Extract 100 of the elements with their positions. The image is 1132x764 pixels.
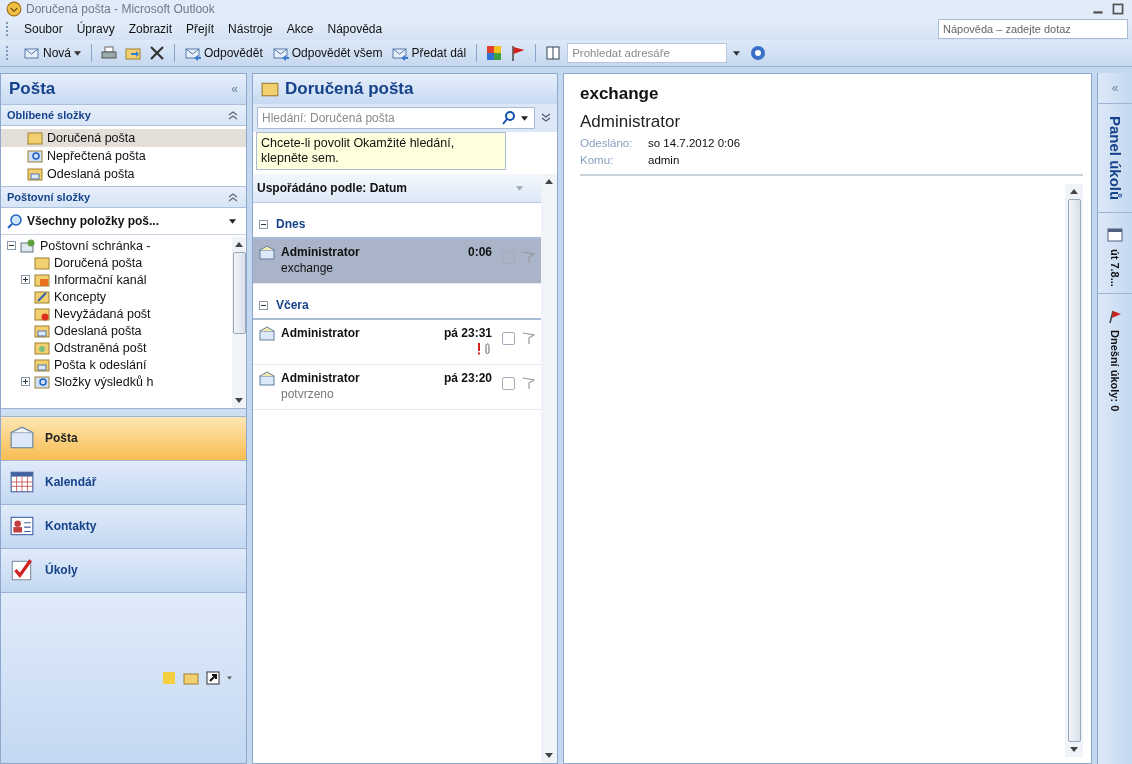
menu-item[interactable]: Soubor — [17, 20, 70, 38]
delete-icon[interactable] — [149, 45, 165, 61]
folder-icon — [34, 339, 50, 356]
minus-box-icon[interactable] — [7, 241, 16, 250]
calendar-icon — [9, 469, 35, 495]
tree-item[interactable]: Pošta k odeslání — [54, 357, 147, 372]
folder-icon — [27, 130, 43, 146]
window-title: Doručená pošta - Microsoft Outlook — [26, 2, 215, 16]
favorite-folder[interactable]: Nepřečtená pošta — [1, 147, 246, 165]
scrollbar[interactable] — [541, 174, 557, 763]
message-sender: Administrator — [580, 112, 682, 132]
toolbar-button[interactable]: Předat dál — [389, 43, 470, 63]
minus-box-icon[interactable] — [259, 219, 268, 229]
scrollbar[interactable] — [1065, 184, 1083, 757]
arrange-by-header[interactable]: Uspořádáno podle: Datum — [253, 174, 541, 203]
scroll-up-icon[interactable] — [545, 179, 553, 184]
flag-outline-icon[interactable] — [521, 376, 535, 390]
printer-icon[interactable] — [101, 45, 117, 61]
folder-icon — [34, 305, 50, 322]
color-grid-icon[interactable] — [486, 45, 503, 61]
folder-icon — [34, 373, 50, 390]
message-subject: exchange — [580, 84, 660, 104]
scroll-down-icon[interactable] — [1070, 747, 1078, 752]
flag-outline-icon[interactable] — [521, 331, 535, 345]
menu-item[interactable]: Zobrazit — [121, 20, 180, 38]
message-time: pá 23:31 — [443, 326, 492, 340]
menu-item[interactable]: Nástroje — [221, 20, 280, 38]
tree-item[interactable]: Poštovní schránka - — [40, 238, 151, 253]
tree-item[interactable]: Doručená pošta — [54, 255, 143, 270]
caret-icon — [516, 185, 523, 191]
message-subject: potvrzeno — [281, 386, 334, 401]
scroll-up-icon[interactable] — [235, 242, 243, 247]
help-icon[interactable] — [750, 45, 767, 61]
date-label[interactable]: út 7.8... — [1109, 243, 1121, 294]
plus-box-icon[interactable] — [21, 377, 30, 386]
message-sender: Administrator — [281, 245, 360, 259]
menu-item[interactable]: Přejít — [179, 20, 222, 38]
section-title[interactable]: Oblíbené složky — [7, 109, 91, 121]
favorite-folder[interactable]: Doručená pošta — [1, 129, 246, 147]
envelope-icon — [259, 245, 275, 261]
caret-icon — [521, 115, 528, 121]
message-item[interactable]: Administrator pá 23:31 — [253, 320, 541, 365]
section-title[interactable]: Poštovní složky — [7, 191, 91, 203]
navigation-button[interactable]: Kalendář — [1, 459, 246, 504]
envelope-icon — [259, 371, 275, 387]
group-header: Dnes — [276, 217, 306, 231]
importance-icon — [477, 342, 481, 355]
toolbar-button[interactable]: Odpovědět všem — [269, 43, 386, 63]
tree-item[interactable]: Složky výsledků h — [54, 374, 154, 389]
message-subject: exchange — [281, 260, 334, 275]
search-field[interactable]: Hledání: Doručená pošta — [257, 107, 535, 129]
caret-icon — [74, 50, 81, 56]
shortcut-icon[interactable] — [205, 669, 221, 686]
pane-title: Panel úkolů — [1106, 115, 1124, 203]
todays-tasks-label[interactable]: Dnešní úkoly: 0 — [1109, 324, 1121, 418]
scroll-up-icon[interactable] — [1070, 189, 1078, 194]
folder-icon — [27, 166, 43, 182]
message-sender: Administrator — [281, 371, 360, 385]
envelope-icon — [24, 45, 40, 61]
help-search-field[interactable]: Nápověda – zadejte dotaz — [938, 19, 1128, 39]
tree-item[interactable]: Nevyžádaná pošt — [54, 306, 151, 321]
instant-search-hint[interactable]: Chcete-li povolit Okamžité hledání, klepněte sem. — [256, 132, 506, 170]
expand-chevron-icon[interactable] — [541, 113, 551, 123]
minus-box-icon[interactable] — [259, 300, 268, 310]
collapse-chevron-icon[interactable] — [228, 110, 238, 120]
tree-item[interactable]: Koncepty — [54, 289, 107, 304]
checkmark-icon — [9, 557, 35, 583]
menu-item[interactable]: Úpravy — [69, 20, 122, 38]
scrollbar[interactable] — [232, 237, 246, 408]
folder-icon — [27, 148, 43, 164]
toolbar-button[interactable]: Odpovědět — [182, 43, 266, 63]
tree-item[interactable]: Odeslaná pošta — [54, 323, 142, 338]
message-item[interactable]: Administrator pá 23:20 potvrzeno — [253, 365, 541, 410]
view-dropdown[interactable]: Všechny položky poš... — [1, 208, 246, 235]
folder-icon — [34, 356, 50, 373]
navigation-button[interactable]: Úkoly — [1, 547, 246, 592]
dropdown-caret-icon[interactable] — [733, 50, 741, 56]
folder-icon — [261, 80, 279, 98]
plus-box-icon[interactable] — [21, 275, 30, 284]
pane-title: Doručená pošta — [285, 79, 414, 99]
navigation-button[interactable]: Kontakty — [1, 503, 246, 548]
folder-icon — [34, 271, 50, 288]
field-value: so 14.7.2012 0:06 — [648, 137, 741, 149]
address-search-field[interactable]: Prohledat adresáře — [567, 43, 728, 63]
toolbar-button[interactable]: Nová — [21, 43, 84, 63]
scroll-down-icon[interactable] — [235, 397, 243, 403]
collapse-chevron-icon[interactable] — [228, 192, 238, 202]
tree-item[interactable]: Odstraněná pošt — [54, 340, 147, 355]
flag-icon — [1107, 308, 1123, 325]
maximize-icon[interactable] — [1110, 1, 1126, 17]
scroll-down-icon[interactable] — [545, 753, 553, 758]
message-time: pá 23:20 — [443, 371, 492, 385]
navigation-button[interactable]: Pošta — [1, 415, 246, 460]
menu-item[interactable]: Nápověda — [320, 20, 390, 38]
tree-item[interactable]: Informační kanál — [54, 272, 147, 287]
field-label: Odesláno: — [580, 137, 634, 149]
field-value: admin — [648, 154, 680, 166]
favorite-folder[interactable]: Odeslaná pošta — [1, 165, 246, 183]
menu-item[interactable]: Akce — [279, 20, 321, 38]
configure-caret-icon[interactable] — [227, 675, 232, 680]
